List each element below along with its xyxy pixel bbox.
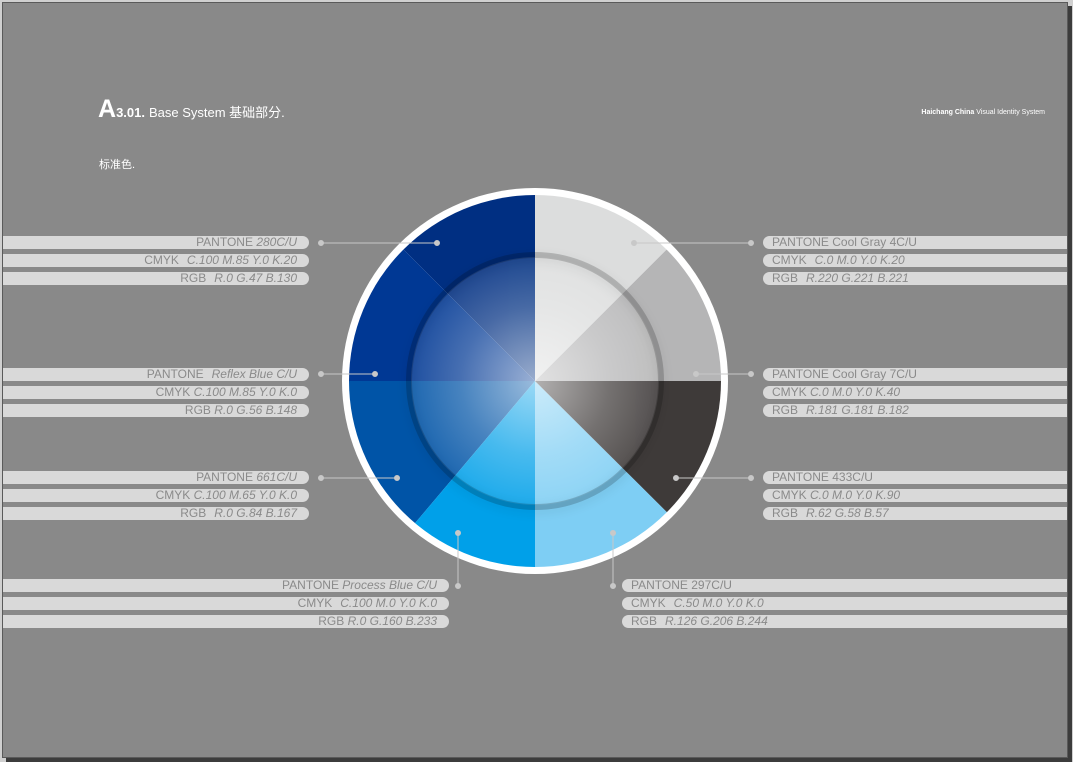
cmyk-433c: CMYK C.0 M.0 Y.0 K.90 (763, 489, 1067, 502)
rgb-433c: RGB R.62 G.58 B.57 (763, 507, 1067, 520)
rgb-cool-gray-7c: RGB R.181 G.181 B.182 (763, 404, 1067, 417)
cmyk-280c: CMYK C.100 M.85 Y.0 K.20 (3, 254, 309, 267)
page: A3.01. Base System 基础部分. 标准色. Haichang Ch… (2, 2, 1068, 758)
pantone-297c: PANTONE 297C/U (622, 579, 1067, 592)
cmyk-297c: CMYK C.50 M.0 Y.0 K.0 (622, 597, 1067, 610)
pantone-cool-gray-4c: PANTONE Cool Gray 4C/U (763, 236, 1067, 249)
cmyk-cool-gray-4c: CMYK C.0 M.0 Y.0 K.20 (763, 254, 1067, 267)
rgb-297c: RGB R.126 G.206 B.244 (622, 615, 1067, 628)
pantone-433c: PANTONE 433C/U (763, 471, 1067, 484)
pantone-661c: PANTONE 661C/U (3, 471, 309, 484)
pantone-280c: PANTONE 280C/U (3, 236, 309, 249)
cmyk-cool-gray-7c: CMYK C.0 M.0 Y.0 K.40 (763, 386, 1067, 399)
cmyk-process-blue: CMYK C.100 M.0 Y.0 K.0 (3, 597, 449, 610)
rgb-process-blue: RGB R.0 G.160 B.233 (3, 615, 449, 628)
rgb-661c: RGB R.0 G.84 B.167 (3, 507, 309, 520)
pantone-reflex-blue: PANTONE Reflex Blue C/U (3, 368, 309, 381)
rgb-cool-gray-4c: RGB R.220 G.221 B.221 (763, 272, 1067, 285)
rgb-280c: RGB R.0 G.47 B.130 (3, 272, 309, 285)
pantone-cool-gray-7c: PANTONE Cool Gray 7C/U (763, 368, 1067, 381)
cmyk-661c: CMYK C.100 M.65 Y.0 K.0 (3, 489, 309, 502)
pantone-process-blue: PANTONE Process Blue C/U (3, 579, 449, 592)
cmyk-reflex-blue: CMYK C.100 M.85 Y.0 K.0 (3, 386, 309, 399)
rgb-reflex-blue: RGB R.0 G.56 B.148 (3, 404, 309, 417)
